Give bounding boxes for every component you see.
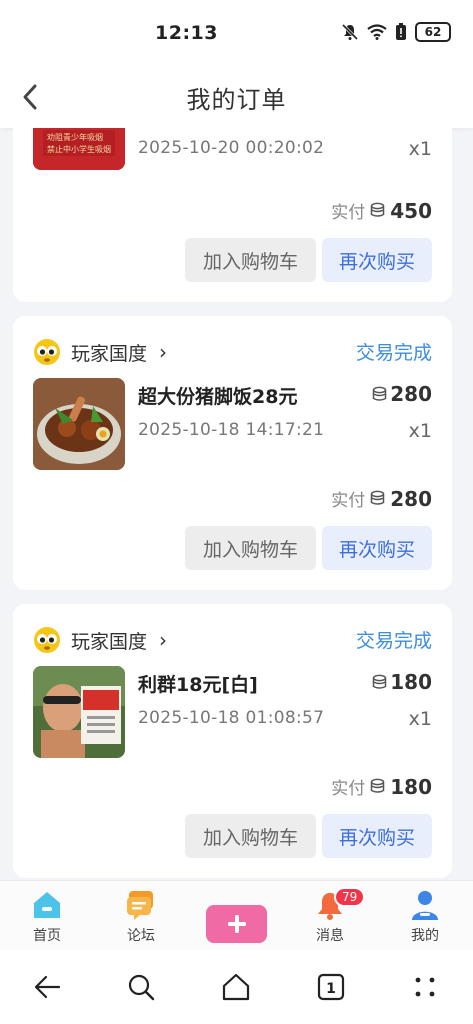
add-to-cart-button[interactable]: 加入购物车 [185,238,316,282]
order-quantity: x1 [408,420,432,442]
buy-again-button[interactable]: 再次购买 [322,526,432,570]
nav-label: 我的 [411,928,439,944]
system-search-icon[interactable] [126,972,156,1002]
coin-icon [373,386,387,401]
product-thumbnail[interactable] [33,666,125,758]
shop-link[interactable]: 玩家国度 › [33,338,167,366]
order-status: 交易完成 [355,342,432,364]
nav-label: 首页 [33,928,61,944]
paid-label: 实付 [331,779,366,799]
svg-text:1: 1 [326,981,336,997]
forum-icon [127,891,153,920]
thumb-warning-line: 劝阻青少年吸烟 [47,133,103,142]
add-to-cart-button[interactable]: 加入购物车 [185,814,316,858]
paid-amount: 180 [390,774,432,799]
alert-battery-icon [396,23,406,40]
mute-bell-icon [341,23,359,41]
order-card: 玩家国度 › 交易完成 超大份猪脚饭28元 280 2025-10-18 14:… [13,316,452,590]
paid-row: 实付 180 [331,774,432,800]
nav-label: 消息 [316,928,344,944]
shop-name: 玩家国度 [71,342,148,365]
thumb-warning-line: 禁止中小学生吸烟 [47,145,111,154]
buy-again-button[interactable]: 再次购买 [322,814,432,858]
system-home-icon[interactable] [221,972,251,1002]
nav-item-messages[interactable]: 79 消息 [300,887,366,945]
shop-avatar-icon [34,627,60,653]
price-value: 280 [390,382,432,406]
post-button[interactable] [206,905,267,943]
price-value: 180 [390,670,432,694]
page-title: 我的订单 [186,86,287,114]
order-card: 劝阻青少年吸烟 禁止中小学生吸烟 2025-10-20 00:20:02 x1 … [13,128,452,302]
paid-label: 实付 [331,203,366,223]
unread-badge: 79 [334,887,366,907]
bottom-nav: 首页 论坛 79 消息 我的 [0,880,473,950]
system-tabs-icon[interactable]: 1 [316,972,346,1002]
system-back-icon[interactable] [32,972,62,1002]
product-thumbnail[interactable]: 劝阻青少年吸烟 禁止中小学生吸烟 [33,128,125,170]
order-time: 2025-10-18 01:08:57 [138,708,325,728]
order-status: 交易完成 [355,630,432,652]
paid-amount: 450 [390,198,432,223]
shop-link[interactable]: 玩家国度 › [33,626,167,654]
product-thumbnail[interactable] [33,378,125,470]
home-icon [34,892,60,918]
status-time: 12:13 [155,22,218,44]
order-quantity: x1 [408,138,432,160]
app-header: 我的订单 [0,66,473,128]
chevron-right-icon: › [159,628,168,652]
paid-row: 实付 450 [331,198,432,224]
profile-icon [412,891,438,920]
order-time: 2025-10-20 00:20:02 [138,138,325,158]
status-icons: 62 [341,22,451,42]
coin-icon [371,490,385,505]
chevron-right-icon: › [159,340,168,364]
product-price: 280 [371,382,432,406]
add-to-cart-button[interactable]: 加入购物车 [185,526,316,570]
order-quantity: x1 [408,708,432,730]
coin-icon [371,778,385,793]
product-name[interactable]: 利群18元[白] [138,670,258,697]
order-time: 2025-10-18 14:17:21 [138,420,325,440]
order-card: 玩家国度 › 交易完成 利群18元[白] 180 2025-10-18 01:0… [13,604,452,878]
product-name[interactable]: 超大份猪脚饭28元 [138,382,297,409]
status-bar: 12:13 62 [0,0,473,66]
coin-icon [371,202,385,217]
paid-amount: 280 [390,486,432,511]
coin-icon [373,674,387,689]
buy-again-button[interactable]: 再次购买 [322,238,432,282]
nav-label: 论坛 [127,928,155,944]
nav-item-home[interactable]: 首页 [17,889,77,945]
product-price: 180 [371,670,432,694]
order-list[interactable]: 劝阻青少年吸烟 禁止中小学生吸烟 2025-10-20 00:20:02 x1 … [0,128,473,880]
nav-item-profile[interactable]: 我的 [395,889,455,945]
plus-icon [227,915,246,933]
wifi-icon [367,24,387,40]
paid-row: 实付 280 [331,486,432,512]
system-nav-bar: 1 [0,950,473,1024]
shop-name: 玩家国度 [71,630,148,653]
paid-label: 实付 [331,491,366,511]
shop-avatar-icon [34,339,60,365]
battery-level: 62 [415,22,451,42]
nav-item-forum[interactable]: 论坛 [111,889,171,945]
system-menu-icon[interactable] [410,972,440,1002]
